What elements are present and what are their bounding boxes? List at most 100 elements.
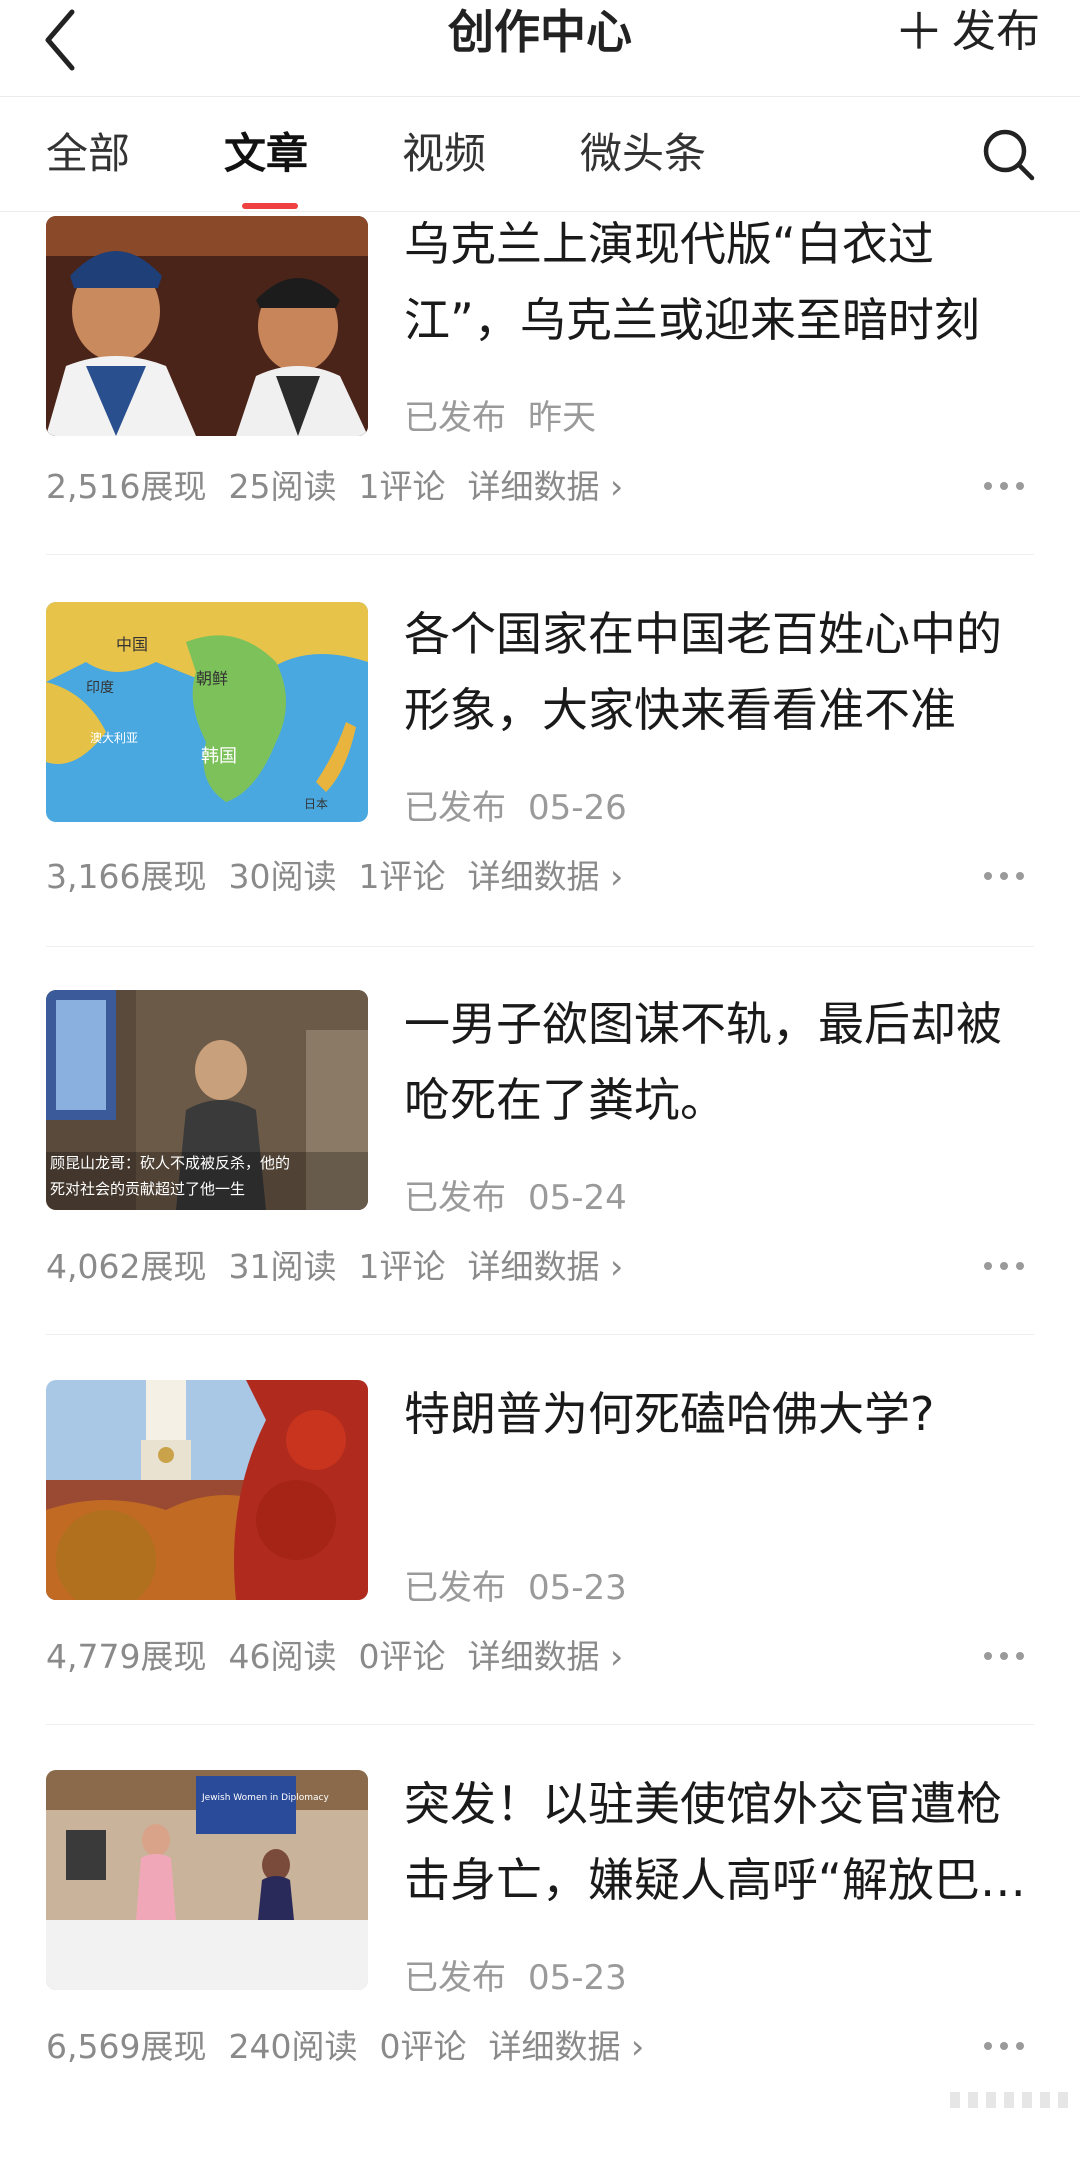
detail-data-link[interactable]: 详细数据 ›	[467, 1247, 623, 1286]
article-title[interactable]: 乌克兰上演现代版“白衣过江”，乌克兰或迎来至暗时刻	[404, 206, 1034, 358]
item-divider	[46, 554, 1034, 555]
article-status: 已发布 05-23	[404, 1560, 627, 1609]
detail-data-link[interactable]: 详细数据 ›	[467, 467, 623, 506]
chevron-right-icon: ›	[609, 467, 624, 506]
article-title[interactable]: 各个国家在中国老百姓心中的形象，大家快来看看准不准	[404, 596, 1034, 748]
chevron-right-icon: ›	[609, 1637, 624, 1676]
detail-data-label: 详细数据	[467, 1637, 600, 1676]
more-button[interactable]	[984, 866, 1034, 886]
article-list: 乌克兰上演现代版“白衣过江”，乌克兰或迎来至暗时刻 已发布 昨天 2,516展现 2…	[0, 212, 1080, 2162]
top-bar: 创作中心 ＋ 发布	[0, 0, 1080, 97]
impressions-count: 4,062展现	[46, 1247, 207, 1286]
publish-date: 05-24	[528, 1178, 627, 1218]
article-item[interactable]: 乌克兰上演现代版“白衣过江”，乌克兰或迎来至暗时刻 已发布 昨天 2,516展现 2…	[0, 212, 1080, 602]
article-title[interactable]: 一男子欲图谋不轨，最后却被呛死在了粪坑。	[404, 986, 1034, 1138]
map-label: 澳大利亚	[90, 731, 138, 745]
status-label: 已发布	[404, 788, 506, 828]
reads-count: 25阅读	[228, 467, 337, 506]
impressions-count: 4,779展现	[46, 1637, 207, 1676]
tab-all[interactable]: 全部	[46, 97, 130, 211]
map-label: 日本	[304, 797, 328, 811]
article-stats: 2,516展现 25阅读 1评论 详细数据 ›	[46, 460, 623, 508]
comments-count: 1评论	[358, 467, 446, 506]
article-item[interactable]: 顾昆山龙哥：砍人不成被反杀，他的 死对社会的贡献超过了他一生 一男子欲图谋不轨，…	[0, 990, 1080, 1382]
publish-date: 05-23	[528, 1568, 627, 1608]
publish-date: 05-23	[528, 1958, 627, 1998]
map-label: 朝鲜	[196, 669, 228, 688]
article-title[interactable]: 特朗普为何死磕哈佛大学?	[404, 1376, 1034, 1452]
status-label: 已发布	[404, 1958, 506, 1998]
more-button[interactable]	[984, 1256, 1034, 1276]
more-dots-icon	[984, 1652, 1024, 1660]
publish-label: 发布	[952, 6, 1040, 57]
article-stats: 4,779展现 46阅读 0评论 详细数据 ›	[46, 1630, 623, 1678]
detail-data-label: 详细数据	[467, 467, 600, 506]
more-dots-icon	[984, 482, 1024, 490]
thumb-screen-text: Jewish Women in Diplomacy	[201, 1793, 330, 1803]
tab-videos[interactable]: 视频	[402, 97, 486, 211]
article-stats: 4,062展现 31阅读 1评论 详细数据 ›	[46, 1240, 623, 1288]
article-status: 已发布 05-23	[404, 1950, 627, 1999]
map-label: 韩国	[201, 746, 237, 767]
search-icon	[983, 129, 1035, 181]
comments-count: 1评论	[358, 857, 446, 896]
status-label: 已发布	[404, 1178, 506, 1218]
article-thumbnail[interactable]: Jewish Women in Diplomacy	[46, 1770, 368, 1990]
article-status: 已发布 05-26	[404, 780, 627, 829]
chevron-right-icon: ›	[630, 2027, 645, 2066]
article-stats: 3,166展现 30阅读 1评论 详细数据 ›	[46, 850, 623, 898]
article-thumbnail[interactable]	[46, 1380, 368, 1600]
reads-count: 46阅读	[228, 1637, 337, 1676]
tab-micro-posts[interactable]: 微头条	[580, 97, 706, 211]
thumb-caption: 顾昆山龙哥：砍人不成被反杀，他的	[50, 1154, 290, 1172]
status-label: 已发布	[404, 1568, 506, 1608]
comments-count: 0评论	[379, 2027, 467, 2066]
search-button[interactable]	[980, 126, 1036, 182]
comments-count: 0评论	[358, 1637, 446, 1676]
tab-articles[interactable]: 文章	[224, 97, 308, 211]
article-title[interactable]: 突发！以驻美使馆外交官遭枪击身亡，嫌疑人高呼“解放巴勒斯坦”	[404, 1766, 1034, 1918]
comments-count: 1评论	[358, 1247, 446, 1286]
article-thumbnail[interactable]: 顾昆山龙哥：砍人不成被反杀，他的 死对社会的贡献超过了他一生	[46, 990, 368, 1210]
more-button[interactable]	[984, 2036, 1034, 2056]
watermark-icon	[950, 2092, 1070, 2108]
detail-data-link[interactable]: 详细数据 ›	[467, 1637, 623, 1676]
article-status: 已发布 05-24	[404, 1170, 627, 1219]
item-divider	[46, 1724, 1034, 1725]
chevron-right-icon: ›	[609, 1247, 624, 1286]
map-label: 印度	[86, 680, 114, 696]
more-dots-icon	[984, 872, 1024, 880]
article-thumbnail[interactable]	[46, 216, 368, 436]
article-stats: 6,569展现 240阅读 0评论 详细数据 ›	[46, 2020, 644, 2068]
detail-data-label: 详细数据	[467, 857, 600, 896]
detail-data-link[interactable]: 详细数据 ›	[488, 2027, 644, 2066]
reads-count: 31阅读	[228, 1247, 337, 1286]
article-item[interactable]: 中国 印度 朝鲜 澳大利亚 韩国 日本 各个国家在中国老百姓心中的形象，大家快来…	[0, 602, 1080, 992]
publish-date: 05-26	[528, 788, 627, 828]
article-status: 已发布 昨天	[404, 390, 596, 439]
plus-icon: ＋	[894, 3, 944, 61]
article-thumbnail[interactable]: 中国 印度 朝鲜 澳大利亚 韩国 日本	[46, 602, 368, 822]
more-button[interactable]	[984, 476, 1034, 496]
tab-bar: 全部 文章 视频 微头条	[0, 97, 1080, 212]
item-divider	[46, 946, 1034, 947]
detail-data-label: 详细数据	[488, 2027, 621, 2066]
status-label: 已发布	[404, 398, 506, 438]
impressions-count: 6,569展现	[46, 2027, 207, 2066]
more-button[interactable]	[984, 1646, 1034, 1666]
more-dots-icon	[984, 1262, 1024, 1270]
detail-data-link[interactable]: 详细数据 ›	[467, 857, 623, 896]
active-tab-indicator	[242, 203, 298, 209]
item-divider	[46, 1334, 1034, 1335]
article-item[interactable]: Jewish Women in Diplomacy 突发！以驻美使馆外交官遭枪击…	[0, 1770, 1080, 2162]
chevron-right-icon: ›	[609, 857, 624, 896]
reads-count: 30阅读	[228, 857, 337, 896]
impressions-count: 3,166展现	[46, 857, 207, 896]
thumb-caption: 死对社会的贡献超过了他一生	[50, 1180, 245, 1198]
detail-data-label: 详细数据	[467, 1247, 600, 1286]
impressions-count: 2,516展现	[46, 467, 207, 506]
article-item[interactable]: 特朗普为何死磕哈佛大学? 已发布 05-23 4,779展现 46阅读 0评论 详细数据…	[0, 1380, 1080, 1772]
publish-button[interactable]: ＋ 发布	[894, 0, 1040, 64]
map-label: 中国	[116, 635, 148, 654]
publish-date: 昨天	[528, 398, 596, 438]
